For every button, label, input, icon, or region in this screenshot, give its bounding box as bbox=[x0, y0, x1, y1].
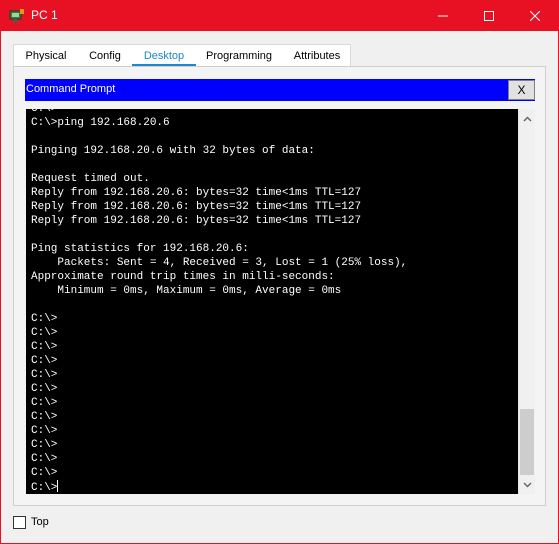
terminal-line: C:\> bbox=[31, 313, 58, 325]
terminal-line: C:\> bbox=[31, 453, 58, 465]
terminal-line: C:\> bbox=[31, 480, 59, 494]
terminal-line: Reply from 192.168.20.6: bytes=32 time<1… bbox=[31, 187, 362, 199]
terminal-line: C:\>ping 192.168.20.6 bbox=[31, 117, 170, 129]
packet-tracer-pc-icon bbox=[9, 8, 25, 24]
tab-label: Attributes bbox=[293, 50, 341, 62]
terminal-line: C:\> bbox=[31, 341, 58, 353]
scroll-down-button[interactable] bbox=[519, 476, 536, 493]
tab-label: Desktop bbox=[143, 50, 185, 62]
tab-label: Physical bbox=[25, 50, 67, 62]
tab-attributes[interactable]: Attributes bbox=[282, 45, 352, 67]
scroll-thumb[interactable] bbox=[520, 409, 534, 475]
terminal-line: Ping statistics for 192.168.20.6: bbox=[31, 243, 249, 255]
tab-label: Programming bbox=[205, 50, 273, 62]
window-title: PC 1 bbox=[31, 8, 58, 22]
close-button[interactable] bbox=[512, 1, 558, 31]
terminal-line: C:\> bbox=[31, 425, 58, 437]
terminal-line: Reply from 192.168.20.6: bytes=32 time<1… bbox=[31, 201, 362, 213]
maximize-icon bbox=[484, 11, 494, 21]
terminal-line: Request timed out. bbox=[31, 173, 150, 185]
command-prompt-titlebar: Command Prompt bbox=[25, 79, 535, 101]
terminal-line: C:\> bbox=[31, 439, 58, 451]
terminal-output[interactable]: C:\> C:\>ping 192.168.20.6 Pinging 192.168… bbox=[26, 109, 518, 494]
terminal-scrollbar[interactable] bbox=[518, 109, 535, 494]
terminal-line: C:\> bbox=[31, 355, 58, 367]
tab-config[interactable]: Config bbox=[78, 45, 132, 67]
terminal-text: C:\> C:\>ping 192.168.20.6 Pinging 192.168… bbox=[31, 109, 407, 494]
title-bar[interactable]: PC 1 bbox=[1, 1, 558, 31]
terminal-line: C:\> bbox=[31, 369, 58, 381]
command-prompt-title: Command Prompt bbox=[26, 83, 116, 95]
command-prompt-close-button[interactable]: X bbox=[508, 80, 535, 100]
terminal-line: Pinging 192.168.20.6 with 32 bytes of da… bbox=[31, 145, 315, 157]
terminal-line: Approximate round trip times in milli-se… bbox=[31, 271, 335, 283]
minimize-icon bbox=[438, 15, 448, 17]
tab-programming[interactable]: Programming bbox=[196, 45, 282, 67]
terminal-line: Minimum = 0ms, Maximum = 0ms, Average = … bbox=[31, 285, 342, 297]
terminal-line: C:\> bbox=[31, 397, 58, 409]
terminal-line: Reply from 192.168.20.6: bytes=32 time<1… bbox=[31, 215, 362, 227]
chevron-down-icon bbox=[523, 482, 532, 487]
scroll-up-button[interactable] bbox=[519, 110, 536, 127]
text-cursor bbox=[57, 480, 59, 492]
top-checkbox[interactable] bbox=[13, 516, 26, 529]
tab-desktop[interactable]: Desktop bbox=[132, 45, 196, 67]
minimize-button[interactable] bbox=[420, 1, 466, 31]
top-checkbox-label: Top bbox=[31, 516, 49, 528]
maximize-button[interactable] bbox=[466, 1, 512, 31]
terminal-line: C:\> bbox=[31, 327, 58, 339]
tab-physical[interactable]: Physical bbox=[14, 45, 78, 67]
chevron-up-icon bbox=[523, 116, 532, 121]
terminal-line: C:\> bbox=[31, 411, 58, 423]
tab-strip: Physical Config Desktop Programming Attr… bbox=[13, 44, 352, 67]
tab-label: Config bbox=[89, 50, 121, 62]
close-icon bbox=[530, 11, 540, 21]
terminal-line: C:\> bbox=[31, 109, 58, 115]
terminal-line: C:\> bbox=[31, 383, 58, 395]
app-window: PC 1 Physical Config Desktop Programming… bbox=[0, 0, 559, 544]
terminal-line: Packets: Sent = 4, Received = 3, Lost = … bbox=[31, 257, 408, 269]
terminal-line: C:\> bbox=[31, 467, 58, 479]
